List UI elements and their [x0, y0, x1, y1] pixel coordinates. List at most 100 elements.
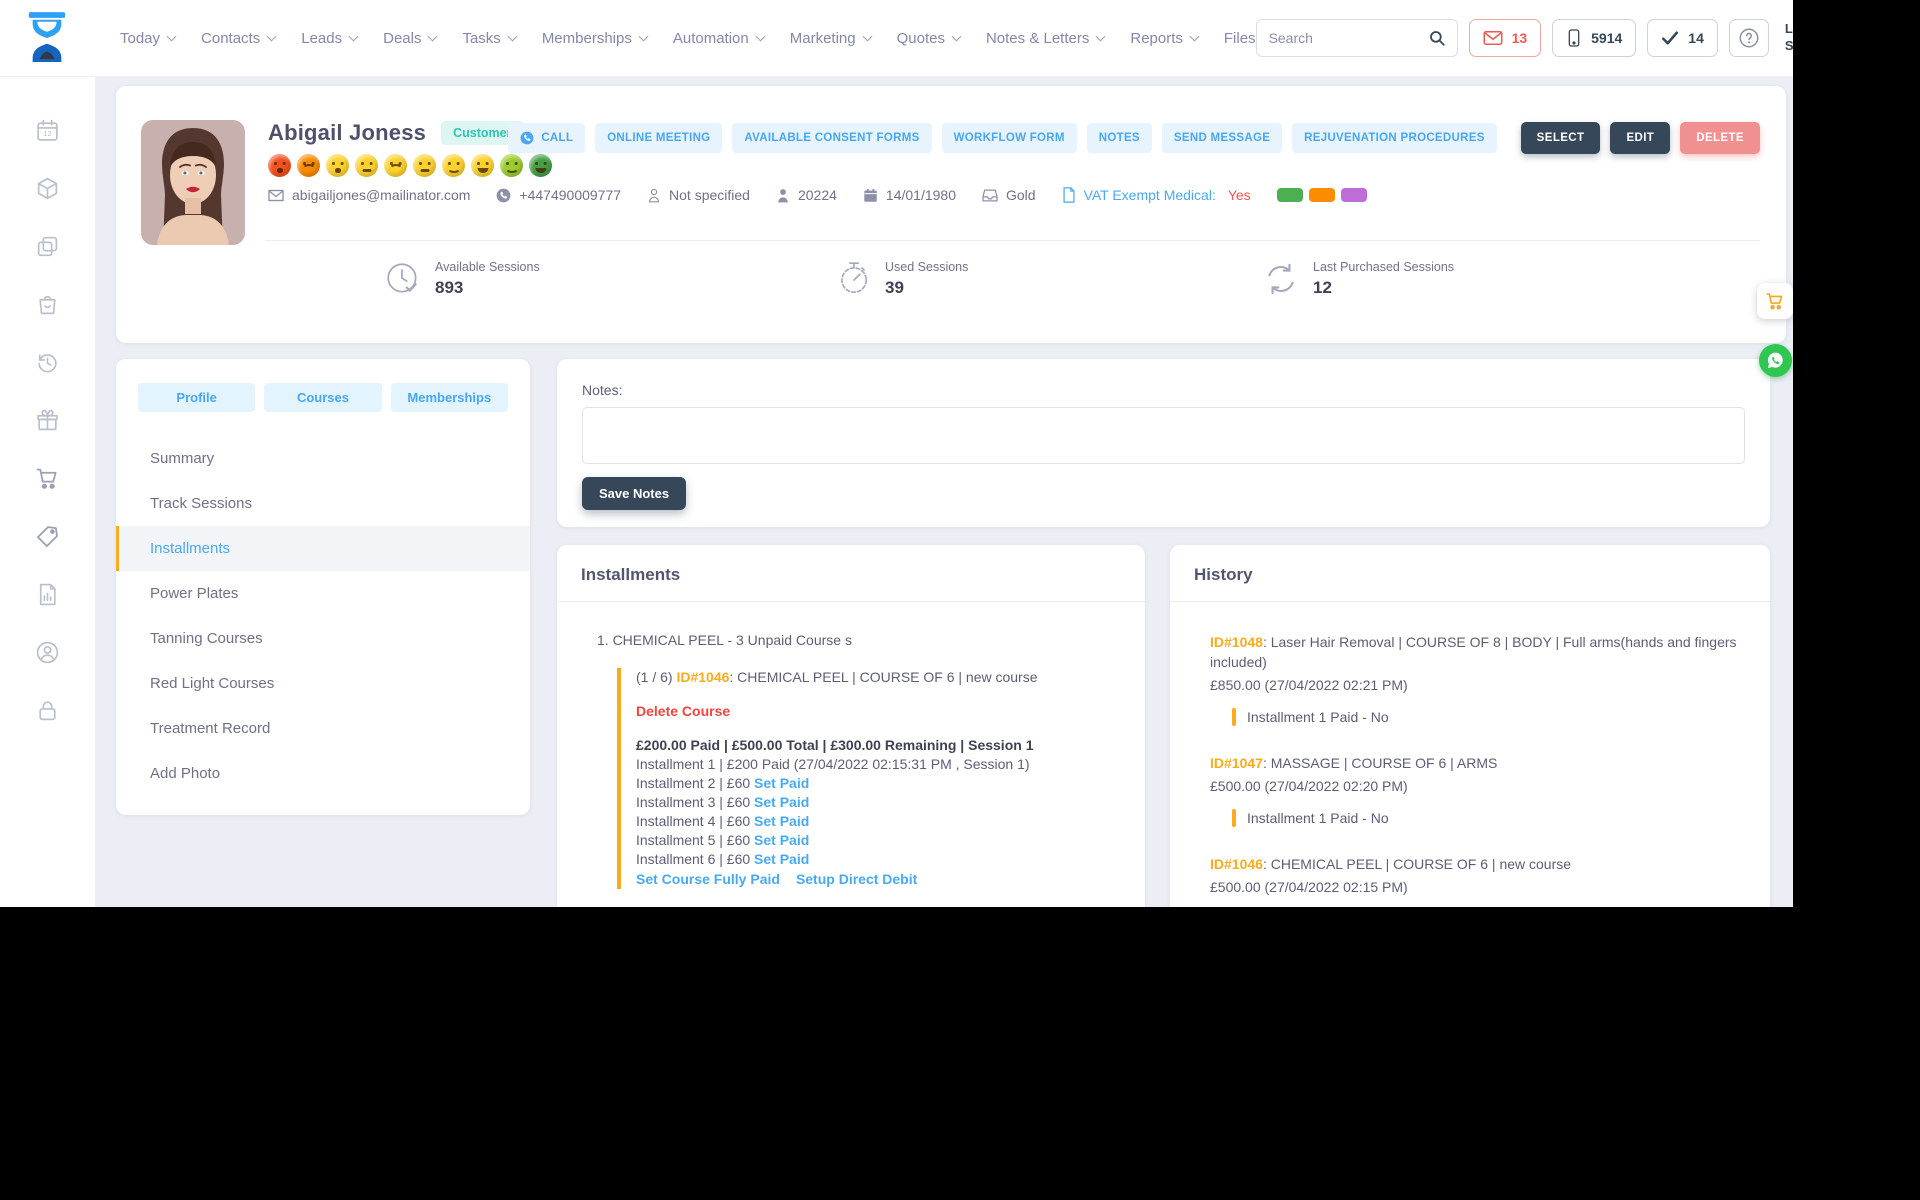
history-icon[interactable]: [35, 350, 60, 375]
set-paid-link[interactable]: Set Paid: [754, 794, 809, 810]
installment-row: Installment 3 | £60 Set Paid: [636, 794, 810, 810]
set-paid-link[interactable]: Set Paid: [754, 813, 809, 829]
referral-item: Not specified: [647, 187, 750, 203]
vat-value: Yes: [1227, 187, 1251, 203]
messages-count: 13: [1511, 30, 1528, 46]
tab[interactable]: Memberships: [390, 383, 508, 412]
hourglass-logo-icon[interactable]: [24, 11, 70, 65]
menu-item[interactable]: Treatment Record: [116, 706, 530, 751]
nav-item[interactable]: Contacts: [201, 30, 277, 47]
mood-emoji[interactable]: [326, 154, 349, 177]
search-box: [1255, 19, 1458, 57]
copy-icon[interactable]: [35, 234, 60, 259]
menu-item[interactable]: Installments: [116, 526, 530, 571]
whatsapp-button[interactable]: [1759, 344, 1792, 377]
select-button[interactable]: SELECT: [1520, 122, 1601, 154]
set-course-fully-paid-link[interactable]: Set Course Fully Paid: [636, 870, 780, 889]
messages-badge[interactable]: 13: [1468, 19, 1542, 57]
mood-emoji[interactable]: [297, 154, 320, 177]
set-paid-link[interactable]: Set Paid: [754, 851, 809, 867]
topbar: Today Contacts Leads Deals Tasks Members…: [0, 0, 1793, 76]
nav-item[interactable]: Tasks: [462, 30, 518, 47]
header-divider: [266, 240, 1760, 241]
notes-textarea[interactable]: [582, 407, 1745, 464]
nav-item[interactable]: Memberships: [542, 30, 649, 47]
report-icon[interactable]: [35, 582, 60, 607]
nav-item[interactable]: Quotes: [897, 30, 962, 47]
menu-item[interactable]: Power Plates: [116, 571, 530, 616]
course-summary: £200.00 Paid | £500.00 Total | £300.00 R…: [636, 737, 1034, 753]
contact-info-row: abigailjones@mailinator.com +44749000977…: [268, 187, 1367, 203]
stopwatch-icon: [841, 262, 868, 294]
mood-emoji[interactable]: [442, 154, 465, 177]
search-input[interactable]: [1256, 30, 1417, 46]
lock-icon[interactable]: [35, 698, 60, 723]
mood-emoji[interactable]: [384, 154, 407, 177]
account-icon[interactable]: [35, 640, 60, 665]
nav-item[interactable]: Marketing: [790, 30, 873, 47]
cart-icon[interactable]: [35, 466, 60, 491]
action-button[interactable]: REJUVENATION PROCEDURES: [1292, 123, 1497, 153]
stat-available-sessions: Available Sessions 893: [384, 260, 540, 298]
history-id-link[interactable]: ID#1046: [1210, 856, 1263, 872]
chevron-down-icon: [862, 31, 873, 41]
action-button[interactable]: SEND MESSAGE: [1161, 123, 1283, 153]
menu-item[interactable]: Add Photo: [116, 751, 530, 796]
tag-chip: [1276, 188, 1303, 202]
nav-item[interactable]: Reports: [1130, 30, 1200, 47]
status-bar: [1232, 809, 1236, 827]
discount-tag-icon[interactable]: [35, 524, 60, 549]
nav-item[interactable]: Deals: [383, 30, 438, 47]
mood-emoji[interactable]: [500, 154, 523, 177]
action-button[interactable]: AVAILABLE CONSENT FORMS: [732, 123, 932, 153]
shopping-bag-icon[interactable]: [35, 292, 60, 317]
edit-button[interactable]: EDIT: [1610, 122, 1671, 154]
set-paid-link[interactable]: Set Paid: [754, 775, 809, 791]
tab[interactable]: Profile: [138, 383, 256, 412]
course-id-link[interactable]: ID#1046: [676, 669, 729, 685]
tasks-badge[interactable]: 14: [1647, 19, 1718, 57]
menu-item[interactable]: Track Sessions: [116, 481, 530, 526]
mood-emoji[interactable]: [355, 154, 378, 177]
calendar-icon[interactable]: 12: [35, 118, 60, 143]
action-button[interactable]: NOTES: [1086, 123, 1152, 153]
floating-cart-button[interactable]: [1757, 283, 1793, 319]
nav-item[interactable]: Files: [1224, 30, 1256, 47]
package-icon[interactable]: [35, 176, 60, 201]
calls-badge[interactable]: 5914: [1552, 19, 1637, 57]
delete-button[interactable]: DELETE: [1680, 122, 1760, 154]
menu-item[interactable]: Red Light Courses: [116, 661, 530, 706]
nav-item[interactable]: Notes & Letters: [986, 30, 1106, 47]
action-button[interactable]: ONLINE MEETING: [595, 123, 723, 153]
mood-emoji[interactable]: [268, 154, 291, 177]
tab[interactable]: Courses: [264, 383, 382, 412]
app-window: Today Contacts Leads Deals Tasks Members…: [0, 0, 1793, 907]
nav-item-label: Today: [120, 29, 161, 47]
nav-item[interactable]: Today: [120, 29, 177, 47]
set-paid-link[interactable]: Set Paid: [754, 832, 809, 848]
call-button[interactable]: CALL: [508, 123, 586, 153]
mood-emoji[interactable]: [413, 154, 436, 177]
history-id-link[interactable]: ID#1047: [1210, 755, 1263, 771]
mood-emoji[interactable]: [471, 154, 494, 177]
nav-item[interactable]: Leads: [301, 30, 359, 47]
cart-orange-icon: [1766, 293, 1783, 310]
setup-direct-debit-link[interactable]: Setup Direct Debit: [796, 870, 917, 889]
menu-item[interactable]: Summary: [116, 436, 530, 481]
help-button[interactable]: [1728, 19, 1769, 57]
gift-icon[interactable]: [35, 408, 60, 433]
search-icon[interactable]: [1417, 20, 1457, 56]
history-id-link[interactable]: ID#1048: [1210, 634, 1263, 650]
main-nav: Today Contacts Leads Deals Tasks Members…: [120, 30, 1256, 47]
mood-emoji[interactable]: [529, 154, 552, 177]
nav-item[interactable]: Automation: [673, 30, 766, 47]
save-notes-button[interactable]: Save Notes: [582, 477, 687, 510]
menu-item[interactable]: Tanning Courses: [116, 616, 530, 661]
profile-menu-card: Profile Courses Memberships Summary Track S…: [116, 359, 530, 815]
action-button[interactable]: WORKFLOW FORM: [941, 123, 1077, 153]
delete-course-link[interactable]: Delete Course: [636, 702, 1121, 721]
vat-exempt-item[interactable]: VAT Exempt Medical: Yes: [1062, 187, 1251, 203]
chevron-down-icon: [1189, 31, 1200, 41]
tag-chip: [1340, 188, 1367, 202]
chevron-down-icon: [507, 31, 518, 41]
